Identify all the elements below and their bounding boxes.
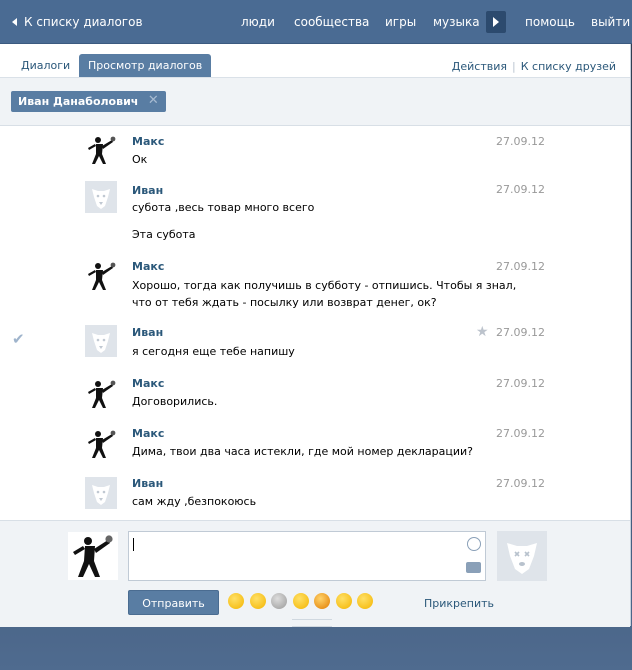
- message-input[interactable]: [128, 531, 486, 581]
- confused-emoji-icon[interactable]: [335, 593, 352, 609]
- attach-link[interactable]: Прикрепить: [424, 597, 494, 610]
- grin-emoji-icon[interactable]: [228, 593, 244, 609]
- nav-help[interactable]: помощь: [525, 15, 575, 29]
- dog-avatar-icon[interactable]: [85, 477, 117, 509]
- author-name[interactable]: Иван: [132, 184, 163, 197]
- message-composer: Отправить Прикрепить: [0, 520, 630, 627]
- message-text: Хорошо, тогда как получишь в субботу - о…: [132, 279, 517, 292]
- star-icon[interactable]: ★: [476, 324, 489, 340]
- squint-emoji-icon[interactable]: [357, 593, 373, 609]
- play-icon: [493, 17, 499, 27]
- message-date: 27.09.12: [496, 477, 545, 490]
- resize-grip[interactable]: [292, 619, 332, 627]
- skull-emoji-icon[interactable]: [271, 593, 287, 609]
- chevron-left-icon: [12, 18, 17, 26]
- nav-people[interactable]: люди: [241, 15, 275, 29]
- message-text: Дима, твои два часа истекли, где мой ном…: [132, 445, 474, 458]
- message-text: что от тебя ждать - посылку или возврат …: [132, 296, 437, 309]
- emoji-bar: [228, 593, 379, 609]
- thrower-avatar-icon[interactable]: [85, 428, 117, 460]
- blush-emoji-icon[interactable]: [292, 593, 309, 609]
- back-to-dialogs-link[interactable]: К списку диалогов: [12, 15, 143, 29]
- camera-icon[interactable]: [466, 562, 481, 573]
- message-text: Ок: [132, 153, 148, 166]
- dog-avatar-icon[interactable]: [85, 181, 117, 213]
- my-avatar-icon[interactable]: [68, 532, 118, 580]
- dog-avatar-icon[interactable]: [85, 325, 117, 357]
- send-button[interactable]: Отправить: [128, 590, 219, 615]
- read-check-icon[interactable]: ✔: [12, 330, 25, 348]
- message-date: 27.09.12: [496, 135, 545, 148]
- tab-bar: Диалоги Просмотр диалогов Действия | К спи…: [0, 44, 630, 78]
- tab-view-dialogs[interactable]: Просмотр диалогов: [79, 54, 212, 77]
- partner-avatar-icon[interactable]: [497, 531, 547, 581]
- message-date: 27.09.12: [496, 326, 545, 339]
- lollipop-emoji-icon[interactable]: [314, 593, 330, 609]
- close-icon[interactable]: ✕: [146, 94, 160, 108]
- author-name[interactable]: Макс: [132, 260, 164, 273]
- recipient-name: Иван Данаболович: [18, 95, 139, 108]
- tab-links: Действия | К списку друзей: [452, 60, 616, 73]
- message-date: 27.09.12: [496, 427, 545, 440]
- author-name[interactable]: Макс: [132, 135, 164, 148]
- tab-dialogs[interactable]: Диалоги: [12, 54, 79, 77]
- nav-music[interactable]: музыка: [433, 15, 480, 29]
- nav-games[interactable]: игры: [385, 15, 416, 29]
- message-list: Макс 27.09.12 Ок Иван 27.09.12 субота ,в…: [0, 126, 630, 521]
- text-caret: [133, 538, 134, 551]
- message-text: субота ,весь товар много всего: [132, 201, 315, 214]
- author-name[interactable]: Макс: [132, 377, 164, 390]
- smile-icon[interactable]: [467, 537, 481, 551]
- message-text: сам жду ,безпокоюсь: [132, 495, 257, 508]
- recipient-chip[interactable]: Иван Данаболович ✕: [11, 91, 167, 112]
- message-text: я сегодня еще тебе напишу: [132, 345, 295, 358]
- thrower-avatar-icon[interactable]: [85, 260, 117, 292]
- author-name[interactable]: Иван: [132, 326, 163, 339]
- separator: |: [512, 60, 516, 73]
- actions-link[interactable]: Действия: [452, 60, 507, 73]
- message-text: Эта субота: [132, 228, 196, 241]
- message-date: 27.09.12: [496, 377, 545, 390]
- author-name[interactable]: Иван: [132, 477, 163, 490]
- laugh-emoji-icon[interactable]: [249, 593, 266, 609]
- thrower-avatar-icon[interactable]: [85, 134, 117, 166]
- author-name[interactable]: Макс: [132, 427, 164, 440]
- top-navigation: К списку диалогов люди сообщества игры м…: [0, 0, 632, 44]
- conversation-filter: Иван Данаболович ✕: [0, 78, 630, 126]
- message-date: 27.09.12: [496, 260, 545, 273]
- friends-list-link[interactable]: К списку друзей: [521, 60, 616, 73]
- music-play-button[interactable]: [486, 11, 506, 33]
- nav-communities[interactable]: сообщества: [294, 15, 369, 29]
- nav-logout[interactable]: выйти: [591, 15, 630, 29]
- thrower-avatar-icon[interactable]: [85, 378, 117, 410]
- message-text: Договорились.: [132, 395, 218, 408]
- message-date: 27.09.12: [496, 183, 545, 196]
- dialog-panel: Диалоги Просмотр диалогов Действия | К спи…: [0, 44, 631, 627]
